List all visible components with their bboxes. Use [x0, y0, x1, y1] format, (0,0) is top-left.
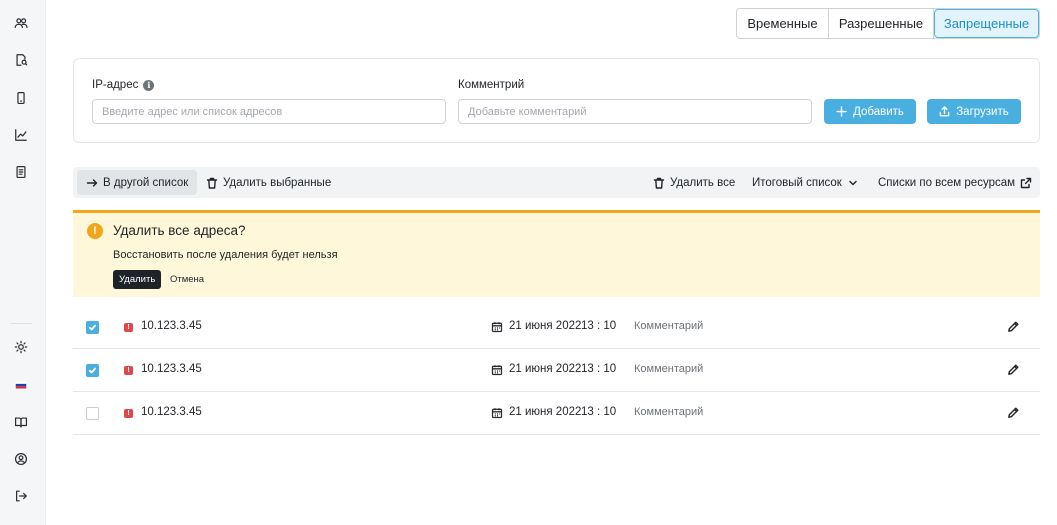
- logout-icon[interactable]: [13, 488, 29, 504]
- row-checkbox[interactable]: [86, 321, 99, 334]
- upload-button[interactable]: Загрузить: [927, 99, 1021, 124]
- row-date: 21 июня 2022: [509, 320, 582, 332]
- row-time: 13 : 10: [581, 320, 617, 332]
- check-icon: [88, 367, 97, 374]
- edit-icon[interactable]: [1007, 363, 1020, 376]
- blocked-icon: !: [124, 409, 133, 418]
- row-date: 21 июня 2022: [509, 406, 582, 418]
- mobile-icon[interactable]: [13, 90, 29, 106]
- edit-icon[interactable]: [1007, 320, 1020, 333]
- add-address-card: IP-адрес i Введите адрес или список адре…: [73, 58, 1040, 143]
- edit-icon[interactable]: [1007, 406, 1020, 419]
- table-row: ! 10.123.3.45 21 июня 2022 13 : 10 Комме…: [73, 349, 1040, 392]
- profile-icon[interactable]: [13, 451, 29, 467]
- book-icon[interactable]: [13, 414, 29, 430]
- move-to-list-button[interactable]: В другой список: [77, 170, 198, 195]
- external-link-icon: [1020, 177, 1032, 188]
- chevron-down-icon: [849, 180, 857, 185]
- ip-address: 10.123.3.45: [141, 320, 202, 332]
- ip-address: 10.123.3.45: [141, 406, 202, 418]
- plus-icon: [836, 106, 847, 117]
- upload-icon: [939, 106, 950, 117]
- arrow-right-icon: [86, 178, 98, 187]
- all-resources-link[interactable]: Списки по всем ресурсам: [878, 167, 1032, 198]
- trash-icon: [206, 177, 218, 189]
- trash-icon: [653, 177, 665, 189]
- tab-allowed[interactable]: Разрешенные: [829, 9, 934, 38]
- move-to-list-label: В другой список: [103, 176, 189, 189]
- ip-field-label-wrap: IP-адрес i: [92, 79, 155, 91]
- comment-field-label: Комментрий: [458, 79, 525, 91]
- row-checkbox[interactable]: [86, 407, 99, 420]
- info-icon[interactable]: i: [143, 79, 155, 91]
- all-resources-label: Списки по всем ресурсам: [878, 176, 1016, 189]
- blocked-icon: !: [124, 366, 133, 375]
- row-comment: Комментарий: [634, 406, 704, 418]
- add-button[interactable]: Добавить: [824, 99, 916, 124]
- add-button-label: Добавить: [853, 105, 904, 118]
- sun-icon[interactable]: [13, 339, 29, 355]
- row-time: 13 : 10: [581, 363, 617, 375]
- row-date: 21 июня 2022: [509, 363, 582, 375]
- final-list-dropdown[interactable]: Итоговый список: [752, 167, 859, 198]
- ip-field-label: IP-адрес: [92, 79, 139, 91]
- language-flag-icon[interactable]: [13, 377, 29, 393]
- delete-all-warning: ! Удалить все адреса? Восстановить после…: [73, 210, 1040, 297]
- row-comment: Комментарий: [634, 320, 704, 332]
- delete-selected-label: Удалить выбранные: [223, 176, 332, 189]
- tab-forbidden[interactable]: Запрещенные: [934, 9, 1039, 38]
- calendar-icon: [491, 364, 503, 376]
- delete-all-button[interactable]: Удалить все: [653, 167, 735, 198]
- sidebar: [0, 0, 46, 525]
- warning-icon: !: [87, 223, 103, 239]
- search-document-icon[interactable]: [13, 52, 29, 68]
- warning-text: Восстановить после удаления будет нельзя: [113, 249, 338, 261]
- calendar-icon: [491, 321, 503, 333]
- delete-selected-button[interactable]: Удалить выбранные: [206, 167, 331, 198]
- sidebar-divider: [10, 323, 32, 324]
- list-toolbar: В другой список Удалить выбранные Удалит…: [73, 167, 1040, 198]
- calendar-icon: [491, 407, 503, 419]
- delete-all-label: Удалить все: [670, 176, 736, 189]
- cancel-button[interactable]: Отмена: [170, 270, 204, 289]
- tab-temporary[interactable]: Временные: [737, 9, 829, 38]
- confirm-delete-button[interactable]: Удалить: [113, 270, 162, 289]
- row-comment: Комментарий: [634, 363, 704, 375]
- check-icon: [88, 324, 97, 331]
- row-time: 13 : 10: [581, 406, 617, 418]
- warning-title: Удалить все адреса?: [113, 223, 246, 238]
- list-type-tabs: Временные Разрешенные Запрещенные: [736, 8, 1040, 39]
- ip-input[interactable]: Введите адрес или список адресов: [92, 99, 446, 124]
- users-icon[interactable]: [13, 15, 29, 31]
- table-row: ! 10.123.3.45 21 июня 2022 13 : 10 Комме…: [73, 306, 1040, 349]
- row-checkbox[interactable]: [86, 364, 99, 377]
- table-row: ! 10.123.3.45 21 июня 2022 13 : 10 Комме…: [73, 392, 1040, 435]
- blocked-icon: !: [124, 323, 133, 332]
- final-list-label: Итоговый список: [752, 176, 842, 189]
- ip-address: 10.123.3.45: [141, 363, 202, 375]
- document-icon[interactable]: [13, 164, 29, 180]
- upload-button-label: Загрузить: [956, 105, 1009, 118]
- comment-input[interactable]: Добавьте комментарий: [458, 99, 812, 124]
- chart-icon[interactable]: [13, 127, 29, 143]
